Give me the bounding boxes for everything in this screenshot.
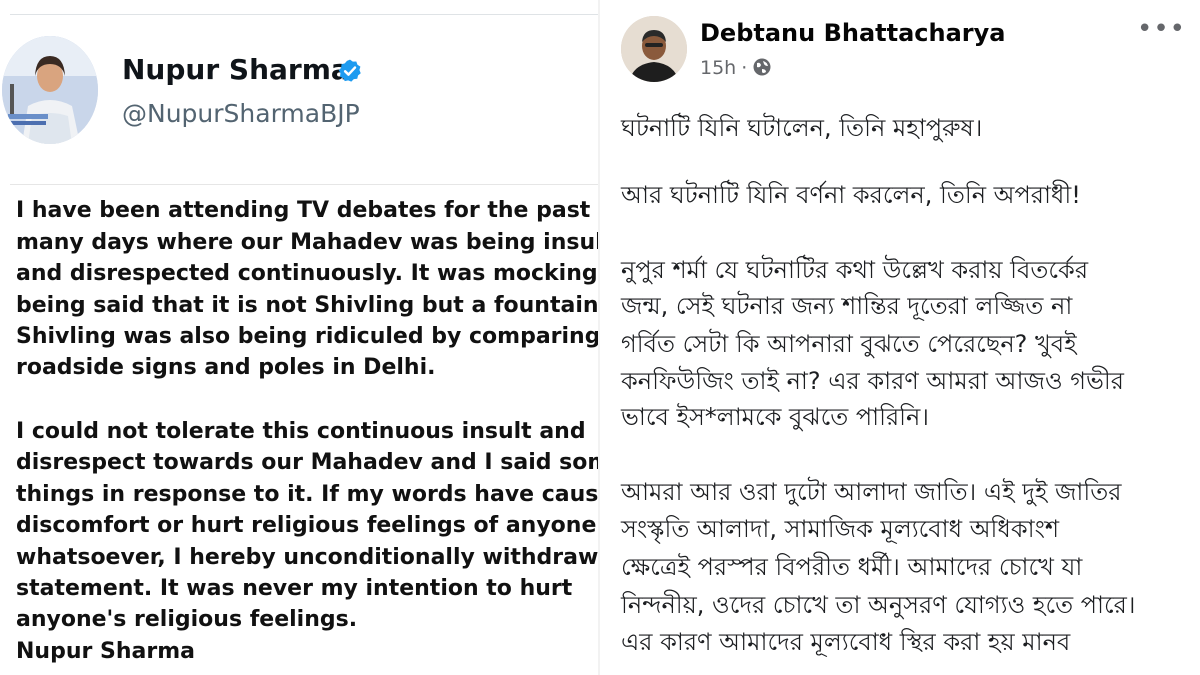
tweet-line: and disrespected continuously. It was mo… xyxy=(16,261,600,286)
post-line: এর কারণ আমাদের মূল্যবোধ স্থির করা হয় মা… xyxy=(621,628,1071,656)
avatar[interactable] xyxy=(621,16,687,82)
tweet-line: anyone's religious feelings. xyxy=(16,607,358,632)
tweet-line: Shivling was also being ridiculed by com… xyxy=(16,324,600,349)
tweet-line: statement. It was never my intention to … xyxy=(16,576,573,601)
verified-badge-icon xyxy=(337,58,363,84)
meta-separator: · xyxy=(741,57,748,79)
tweet-line: discomfort or hurt religious feelings of… xyxy=(16,513,597,538)
tweet-line: things in response to it. If my words ha… xyxy=(16,482,600,507)
post-line: ক্ষেত্রেই পরস্পর বিপরীত ধর্মী। আমাদের চো… xyxy=(621,553,1083,581)
tweet-line: being said that it is not Shivling but a… xyxy=(16,293,600,318)
tweet-line: whatsoever, I hereby unconditionally wit… xyxy=(16,545,600,570)
post-time[interactable]: 15h xyxy=(700,57,736,79)
twitter-post-panel: Nupur Sharma @NupurSharmaBJP I have been… xyxy=(0,0,600,675)
post-line: নিন্দনীয়, ওদের চোখে তা অনুসরণ যোগ্যও হত… xyxy=(621,591,1136,619)
post-line: গর্বিত সেটা কি আপনারা বুঝতে পেরেছেন? খুব… xyxy=(621,330,1077,358)
post-line: ঘটনাটি যিনি ঘটালেন, তিনি মহাপুরুষ। xyxy=(621,114,983,142)
post-line: আর ঘটনাটি যিনি বর্ণনা করলেন, তিনি অপরাধী… xyxy=(621,181,1081,209)
post-line: নুপুর শর্মা যে ঘটনাটির কথা উল্লেখ করায় … xyxy=(621,256,1089,284)
globe-icon[interactable] xyxy=(752,57,772,82)
tweet-line: I have been attending TV debates for the… xyxy=(16,198,591,223)
post-meta: 15h · xyxy=(700,57,772,82)
profile-name[interactable]: Debtanu Bhattacharya xyxy=(700,19,1005,47)
profile-handle[interactable]: @NupurSharmaBJP xyxy=(122,99,360,128)
tweet-line: disrespect towards our Mahadev and I sai… xyxy=(16,450,600,475)
more-options-button[interactable]: ••• xyxy=(1137,14,1186,44)
post-line: ভাবে ইস*লামকে বুঝতে পারিনি। xyxy=(621,403,929,431)
header-divider xyxy=(10,184,598,185)
tweet-line: I could not tolerate this continuous ins… xyxy=(16,419,586,444)
post-line: সংস্কৃতি আলাদা, সামাজিক মূল্যবোধ অধিকাংশ xyxy=(621,515,1060,543)
tweet-signature: Nupur Sharma xyxy=(16,639,195,664)
tweet-line: many days where our Mahadev was being in… xyxy=(16,230,600,255)
post-line: জন্ম, সেই ঘটনার জন্য শান্তির দূতেরা লজ্জ… xyxy=(621,292,1073,320)
post-line: কনফিউজিং তাই না? এর কারণ আমরা আজও গভীর xyxy=(621,367,1124,395)
tweet-line: roadside signs and poles in Delhi. xyxy=(16,355,436,380)
top-divider xyxy=(10,14,598,15)
post-line: আমরা আর ওরা দুটো আলাদা জাতি। এই দুই জাতি… xyxy=(621,478,1122,506)
avatar[interactable] xyxy=(2,36,98,144)
profile-name[interactable]: Nupur Sharma xyxy=(122,53,350,86)
